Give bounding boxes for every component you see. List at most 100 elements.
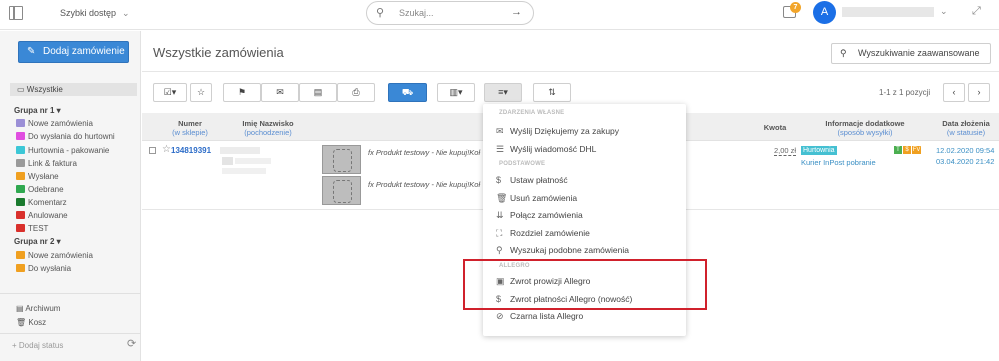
email-button[interactable]: ✉ bbox=[261, 83, 299, 102]
column-header-amount[interactable]: Kwota bbox=[760, 123, 790, 132]
quick-access-menu[interactable]: Szybki dostęp ⌄ bbox=[60, 8, 130, 19]
advanced-search-button[interactable]: ⚲ Wyszukiwanie zaawansowane bbox=[831, 43, 991, 64]
menu-item-label: Wyślij Dziękujemy za zakupy bbox=[510, 126, 620, 136]
chart-dropdown-button[interactable]: ▥▾ bbox=[437, 83, 475, 102]
sidebar-item-label: Nowe zamówienia bbox=[28, 119, 93, 128]
sidebar-item-trash[interactable]: 🗑 Kosz bbox=[16, 318, 46, 327]
notification-badge[interactable]: 7 bbox=[790, 2, 801, 13]
status-color-swatch bbox=[16, 185, 25, 193]
sidebar-item-label: Do wysłania bbox=[28, 264, 72, 273]
sidebar-item-all[interactable]: ▭ Wszystkie bbox=[10, 83, 137, 96]
menu-item-delete-orders[interactable]: 🗑 Usuń zamówienia bbox=[496, 193, 577, 204]
menu-item-set-payment[interactable]: $ Ustaw płatność bbox=[496, 175, 568, 185]
favorite-star-button[interactable]: ☆ bbox=[190, 83, 212, 102]
date-in-status: 03.04.2020 21:42 bbox=[936, 157, 995, 166]
column-header-date[interactable]: Data złożenia (w statusie) bbox=[936, 119, 996, 137]
group-2-header[interactable]: Grupa nr 2 ▾ bbox=[14, 237, 61, 246]
sidebar-item-status[interactable]: TEST bbox=[16, 224, 48, 234]
order-number-link[interactable]: 134819391 bbox=[171, 146, 211, 155]
search-icon: ⚲ bbox=[840, 48, 847, 58]
print-button[interactable]: ⎙ bbox=[337, 83, 375, 102]
expand-icon[interactable]: ⤢ bbox=[972, 5, 981, 18]
user-name-redacted[interactable] bbox=[842, 7, 934, 17]
star-icon[interactable]: ☆ bbox=[162, 144, 171, 155]
sidebar: ✎ Dodaj zamówienie ▭ Wszystkie Grupa nr 1… bbox=[0, 31, 141, 361]
row-checkbox[interactable] bbox=[149, 147, 156, 154]
menu-item-send-thanks[interactable]: ✉ Wyślij Dziękujemy za zakupy bbox=[496, 126, 619, 137]
product-thumbnail[interactable] bbox=[322, 176, 361, 205]
sidebar-item-label: Odebrane bbox=[28, 185, 64, 194]
date-created: 12.02.2020 09:54 bbox=[936, 146, 995, 155]
product-thumbnail[interactable] bbox=[322, 145, 361, 174]
dollar-icon: $ bbox=[496, 175, 502, 185]
sidebar-item-status[interactable]: Do wysłania bbox=[16, 264, 71, 274]
sidebar-item-archive[interactable]: ▤ Archiwum bbox=[16, 304, 60, 313]
select-dropdown-button[interactable]: ☑▾ bbox=[153, 83, 187, 102]
column-subtitle: (pochodzenie) bbox=[244, 128, 292, 137]
more-actions-menu-button[interactable]: ≡▾ bbox=[484, 83, 522, 102]
document-button[interactable]: ▤ bbox=[299, 83, 337, 102]
flag-button[interactable]: ⚑ bbox=[223, 83, 261, 102]
sidebar-item-status[interactable]: Nowe zamówienia bbox=[16, 119, 93, 129]
sidebar-item-status[interactable]: Nowe zamówienia bbox=[16, 251, 93, 261]
order-amount[interactable]: 2,00 zł bbox=[774, 146, 797, 156]
sidebar-item-label: Kosz bbox=[28, 318, 47, 327]
refresh-icon[interactable]: ⟳ bbox=[127, 337, 136, 350]
advanced-search-label: Wyszukiwanie zaawansowane bbox=[858, 48, 980, 58]
product-name[interactable]: fx Produkt testowy - Nie kupuj!Koł bbox=[368, 180, 480, 189]
sidebar-item-status[interactable]: Anulowane bbox=[16, 211, 68, 221]
chevron-down-icon[interactable]: ⌄ bbox=[940, 6, 948, 17]
shipping-method: Kurier InPost pobranie bbox=[801, 158, 876, 167]
add-order-button[interactable]: ✎ Dodaj zamówienie bbox=[18, 41, 129, 63]
sort-button[interactable]: ⇅ bbox=[533, 83, 571, 102]
sidebar-item-label: Anulowane bbox=[28, 211, 68, 220]
sidebar-item-status[interactable]: Odebrane bbox=[16, 185, 64, 195]
column-title: Imię Nazwisko bbox=[242, 119, 294, 128]
menu-item-allegro-blacklist[interactable]: ⊘ Czarna lista Allegro bbox=[496, 311, 583, 322]
column-header-name[interactable]: Imię Nazwisko (pochodzenie) bbox=[235, 119, 301, 137]
shipping-truck-button[interactable]: ⛟ bbox=[388, 83, 427, 102]
sidebar-item-status[interactable]: Komentarz bbox=[16, 198, 67, 208]
email-icon: ✉ bbox=[496, 126, 504, 136]
sidebar-item-status[interactable]: Link & faktura bbox=[16, 159, 77, 169]
trash-icon: 🗑 bbox=[16, 318, 27, 327]
next-page-button[interactable]: › bbox=[968, 83, 990, 102]
archive-icon: ▤ bbox=[16, 304, 24, 313]
divider bbox=[142, 71, 999, 72]
sidebar-item-label: TEST bbox=[28, 224, 49, 233]
avatar[interactable]: A bbox=[813, 1, 836, 24]
search-input[interactable]: Szukaj... bbox=[399, 8, 434, 18]
search-icon: ⚲ bbox=[376, 7, 385, 19]
arrow-right-icon[interactable]: → bbox=[511, 6, 522, 18]
search-box[interactable]: ⚲ Szukaj... → bbox=[366, 1, 534, 25]
column-subtitle: (w statusie) bbox=[946, 128, 986, 137]
sidebar-item-status[interactable]: Do wysłania do hurtowni bbox=[16, 132, 115, 142]
menu-section-header: PODSTAWOWE bbox=[499, 161, 546, 167]
sidebar-item-label: Do wysłania do hurtowni bbox=[28, 132, 115, 141]
search-icon: ⚲ bbox=[496, 245, 503, 255]
column-header-info[interactable]: Informacje dodatkowe (sposób wysyłki) bbox=[818, 119, 912, 137]
column-header-number[interactable]: Numer (w sklepie) bbox=[170, 119, 210, 137]
group-1-header[interactable]: Grupa nr 1 ▾ bbox=[14, 106, 61, 115]
status-color-swatch bbox=[16, 264, 25, 272]
add-status-link[interactable]: + Dodaj status bbox=[12, 341, 63, 350]
sidebar-item-status[interactable]: Wysłane bbox=[16, 172, 59, 182]
menu-item-find-similar[interactable]: ⚲ Wyszukaj podobne zamówienia bbox=[496, 245, 629, 256]
menu-item-label: Rozdziel zamówienie bbox=[510, 228, 590, 238]
product-name[interactable]: fx Produkt testowy - Nie kupuj!Koł bbox=[368, 148, 480, 157]
sidebar-item-status[interactable]: Hurtownia - pakowanie bbox=[16, 146, 109, 156]
menu-item-send-dhl[interactable]: ☰ Wyślij wiadomość DHL bbox=[496, 144, 596, 155]
menu-item-label: Usuń zamówienia bbox=[510, 193, 578, 203]
status-color-swatch bbox=[16, 211, 25, 219]
prev-page-button[interactable]: ‹ bbox=[943, 83, 965, 102]
menu-item-merge-orders[interactable]: ⇊ Połącz zamówienia bbox=[496, 210, 583, 221]
status-color-swatch bbox=[16, 251, 25, 259]
divider bbox=[0, 333, 141, 334]
menu-item-label: Wyszukaj podobne zamówienia bbox=[510, 245, 629, 255]
customer-info-redacted bbox=[235, 158, 271, 164]
logo-icon[interactable] bbox=[9, 6, 23, 20]
quick-access-label: Szybki dostęp bbox=[60, 8, 117, 18]
menu-item-split-order[interactable]: ⛶ Rozdziel zamówienie bbox=[496, 228, 590, 239]
sidebar-item-label: Wszystkie bbox=[26, 85, 63, 94]
status-color-swatch bbox=[16, 224, 25, 232]
